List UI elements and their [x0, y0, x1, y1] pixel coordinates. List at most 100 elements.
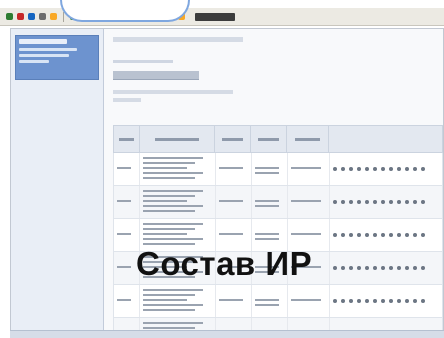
- status-dot-icon[interactable]: [373, 233, 377, 237]
- status-dot-icon[interactable]: [405, 299, 409, 303]
- status-dot-icon[interactable]: [405, 266, 409, 270]
- sidebar-link[interactable]: [19, 60, 49, 63]
- status-dot-icon[interactable]: [349, 200, 353, 204]
- status-dot-icon[interactable]: [333, 266, 337, 270]
- status-dot-icon[interactable]: [405, 167, 409, 171]
- status-dot-icon[interactable]: [341, 233, 345, 237]
- status-dot-icon[interactable]: [349, 233, 353, 237]
- status-dot-icon[interactable]: [405, 200, 409, 204]
- status-dot-icon[interactable]: [381, 167, 385, 171]
- table-cell: [140, 186, 216, 218]
- status-dot-icon[interactable]: [381, 200, 385, 204]
- table-row[interactable]: [113, 285, 443, 318]
- status-dot-icon[interactable]: [341, 266, 345, 270]
- column-header[interactable]: [114, 126, 140, 152]
- back-icon[interactable]: [6, 13, 13, 20]
- table-cell: [216, 186, 252, 218]
- status-dot-icon[interactable]: [381, 266, 385, 270]
- row-actions: [330, 252, 428, 284]
- table-row[interactable]: [113, 153, 443, 186]
- data-table: [113, 125, 443, 330]
- section-link[interactable]: [113, 60, 173, 63]
- status-dot-icon[interactable]: [341, 167, 345, 171]
- status-dot-icon[interactable]: [333, 200, 337, 204]
- status-dot-icon[interactable]: [413, 233, 417, 237]
- status-dot-icon[interactable]: [381, 233, 385, 237]
- address-field[interactable]: [195, 12, 235, 21]
- status-dot-icon[interactable]: [357, 233, 361, 237]
- row-actions: [330, 318, 428, 330]
- sidebar-menu-panel[interactable]: [15, 35, 99, 80]
- sidebar-link[interactable]: [19, 48, 77, 51]
- status-dot-icon[interactable]: [357, 167, 361, 171]
- status-dot-icon[interactable]: [413, 167, 417, 171]
- table-cell: [140, 153, 216, 185]
- status-dot-icon[interactable]: [389, 266, 393, 270]
- status-dot-icon[interactable]: [413, 266, 417, 270]
- status-dot-icon[interactable]: [421, 299, 425, 303]
- home-icon[interactable]: [50, 13, 57, 20]
- status-dot-icon[interactable]: [333, 167, 337, 171]
- status-dot-icon[interactable]: [397, 233, 401, 237]
- status-dot-icon[interactable]: [397, 299, 401, 303]
- status-dot-icon[interactable]: [421, 233, 425, 237]
- status-dot-icon[interactable]: [389, 200, 393, 204]
- status-dot-icon[interactable]: [365, 266, 369, 270]
- status-dot-icon[interactable]: [421, 200, 425, 204]
- sidebar-link[interactable]: [19, 54, 69, 57]
- status-dot-icon[interactable]: [397, 167, 401, 171]
- status-dot-icon[interactable]: [421, 167, 425, 171]
- status-dot-icon[interactable]: [413, 299, 417, 303]
- status-dot-icon[interactable]: [373, 299, 377, 303]
- breadcrumb[interactable]: [113, 37, 243, 42]
- table-cell: [288, 285, 330, 317]
- table-cell: [114, 318, 140, 330]
- forward-icon[interactable]: [17, 13, 24, 20]
- table-row[interactable]: [113, 318, 443, 330]
- refresh-icon[interactable]: [39, 13, 46, 20]
- sidebar: [11, 29, 104, 332]
- status-dot-icon[interactable]: [333, 233, 337, 237]
- table-cell: [114, 285, 140, 317]
- status-dot-icon[interactable]: [349, 299, 353, 303]
- row-actions: [330, 153, 428, 185]
- table-cell: [288, 153, 330, 185]
- status-dot-icon[interactable]: [365, 299, 369, 303]
- status-dot-icon[interactable]: [381, 299, 385, 303]
- status-dot-icon[interactable]: [349, 167, 353, 171]
- status-dot-icon[interactable]: [357, 299, 361, 303]
- column-header[interactable]: [287, 126, 329, 152]
- status-dot-icon[interactable]: [333, 299, 337, 303]
- status-dot-icon[interactable]: [365, 200, 369, 204]
- status-dot-icon[interactable]: [341, 200, 345, 204]
- status-dot-icon[interactable]: [413, 200, 417, 204]
- status-dot-icon[interactable]: [365, 167, 369, 171]
- table-row[interactable]: [113, 186, 443, 219]
- status-dot-icon[interactable]: [365, 233, 369, 237]
- table-cell: [140, 318, 216, 330]
- status-dot-icon[interactable]: [341, 299, 345, 303]
- column-header[interactable]: [215, 126, 252, 152]
- column-header[interactable]: [329, 126, 442, 152]
- column-header[interactable]: [140, 126, 216, 152]
- sidebar-title: [19, 39, 67, 44]
- status-dot-icon[interactable]: [373, 167, 377, 171]
- table-cell: [140, 285, 216, 317]
- filter-count: [113, 98, 141, 102]
- status-dot-icon[interactable]: [349, 266, 353, 270]
- stop-icon[interactable]: [28, 13, 35, 20]
- status-dot-icon[interactable]: [397, 200, 401, 204]
- status-dot-icon[interactable]: [389, 299, 393, 303]
- row-actions: [330, 219, 428, 251]
- status-dot-icon[interactable]: [373, 266, 377, 270]
- status-dot-icon[interactable]: [373, 200, 377, 204]
- status-dot-icon[interactable]: [405, 233, 409, 237]
- column-header[interactable]: [251, 126, 287, 152]
- status-dot-icon[interactable]: [397, 266, 401, 270]
- status-dot-icon[interactable]: [389, 167, 393, 171]
- slide-caption: Состав ИР: [136, 245, 313, 282]
- status-dot-icon[interactable]: [357, 266, 361, 270]
- status-dot-icon[interactable]: [357, 200, 361, 204]
- status-dot-icon[interactable]: [421, 266, 425, 270]
- status-dot-icon[interactable]: [389, 233, 393, 237]
